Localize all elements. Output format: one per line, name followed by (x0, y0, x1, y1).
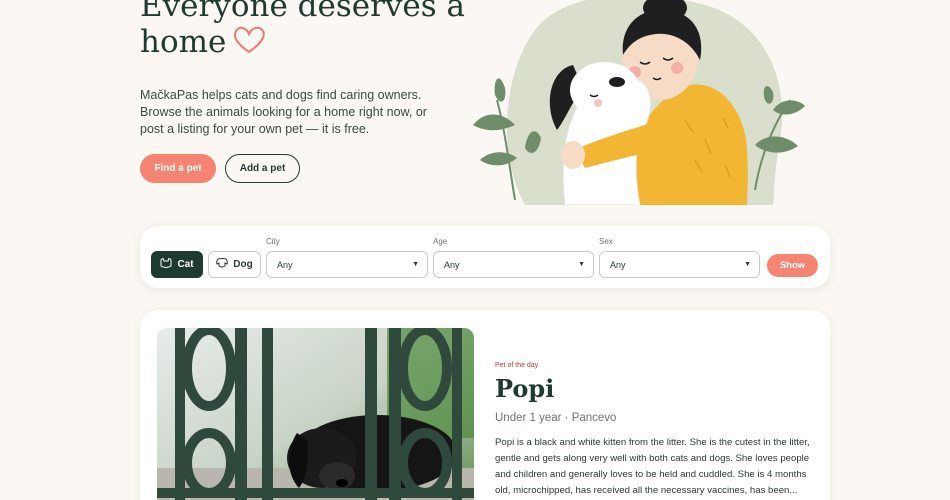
sex-select[interactable]: Any ▼ (599, 251, 760, 278)
pet-name[interactable]: Popi (495, 374, 554, 403)
dog-icon (216, 258, 229, 271)
cat-toggle[interactable]: Cat (151, 251, 203, 278)
caret-down-icon: ▼ (578, 261, 585, 268)
caret-down-icon: ▼ (744, 261, 751, 268)
sex-label: Sex (599, 237, 613, 246)
find-pet-button[interactable]: Find a pet (140, 154, 216, 183)
hero-description: MačkaPas helps cats and dogs find caring… (140, 88, 427, 136)
age-select-value: Any (444, 259, 460, 270)
pet-photo[interactable] (157, 328, 474, 500)
cat-icon (160, 257, 172, 271)
caret-down-icon: ▼ (412, 261, 419, 268)
sex-select-value: Any (610, 259, 626, 270)
hero-title-text: Everyone deserves a home (140, 0, 466, 60)
dog-toggle[interactable]: Dog (208, 251, 261, 278)
add-pet-button[interactable]: Add a pet (225, 154, 300, 183)
dog-toggle-label: Dog (233, 259, 253, 270)
age-select[interactable]: Any ▼ (433, 251, 594, 278)
hero-illustration (455, 0, 825, 206)
heart-icon (232, 25, 266, 63)
pet-of-day-kicker: Pet of the day (495, 362, 539, 369)
show-button[interactable]: Show (767, 254, 818, 277)
city-label: City (266, 237, 280, 246)
hero-title: Everyone deserves a home (140, 0, 500, 63)
filter-bar: Cat Dog City Any ▼ Age Any ▼ Sex Any ▼ S… (140, 226, 830, 288)
pet-description: Popi is a black and white kitten from th… (495, 437, 810, 496)
pet-meta: Under 1 year · Pancevo (495, 412, 617, 424)
pet-of-day-card[interactable]: Pet of the day Popi Under 1 year · Pance… (140, 310, 830, 500)
age-label: Age (433, 237, 448, 246)
city-select-value: Any (277, 259, 293, 270)
cat-toggle-label: Cat (177, 259, 194, 270)
city-select[interactable]: Any ▼ (266, 251, 428, 278)
